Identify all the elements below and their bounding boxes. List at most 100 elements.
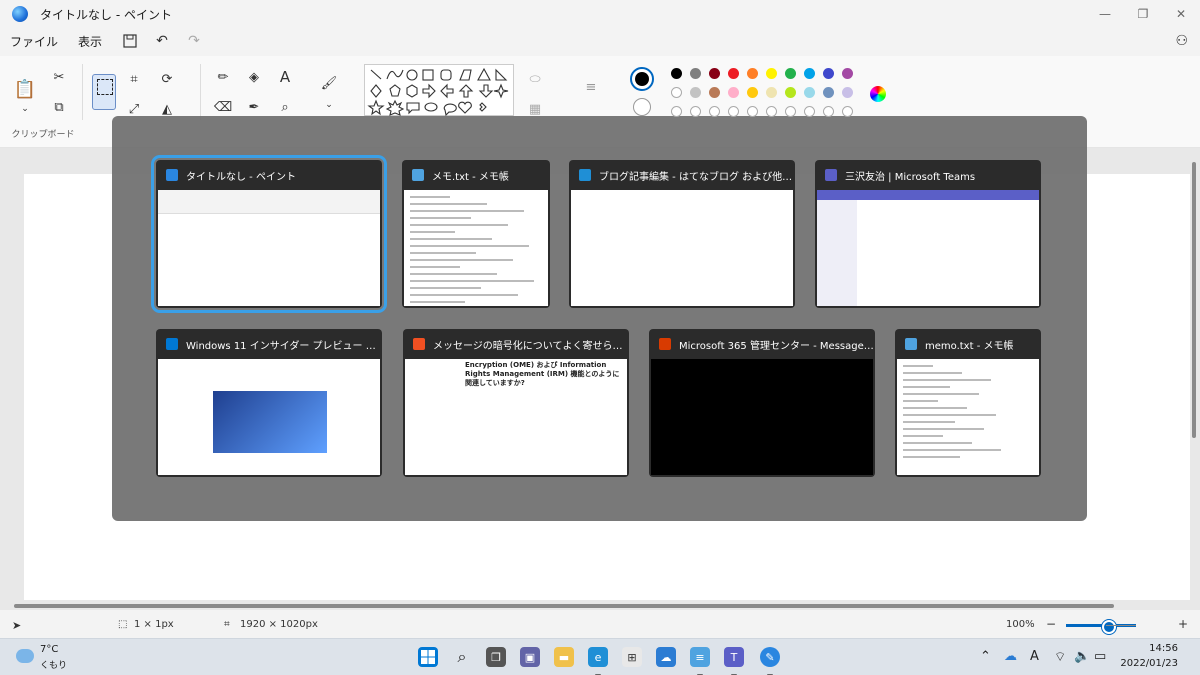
chevron-down-icon[interactable]: ⌄ bbox=[16, 100, 34, 118]
color-2-selector[interactable] bbox=[633, 98, 651, 116]
eraser-icon[interactable]: ⌫ bbox=[214, 98, 232, 116]
menu-view[interactable]: 表示 bbox=[78, 33, 102, 50]
color-swatch-r2-9[interactable] bbox=[842, 87, 853, 98]
weather-condition[interactable]: くもり bbox=[40, 658, 67, 671]
brush-icon[interactable]: 🖌 bbox=[320, 74, 338, 92]
color-swatch-r1-9[interactable] bbox=[842, 68, 853, 79]
app-icon bbox=[166, 169, 178, 181]
switcher-window-5[interactable]: メッセージの暗号化についてよく寄せられる質... Encryption (OME)… bbox=[403, 329, 629, 477]
paste-icon[interactable]: 📋 bbox=[14, 79, 36, 100]
search-icon[interactable]: ⌕ bbox=[452, 647, 472, 667]
color-swatch-r1-5[interactable] bbox=[766, 68, 777, 79]
color-swatch-r2-1[interactable] bbox=[690, 87, 701, 98]
color-swatch-r3-0[interactable] bbox=[671, 106, 682, 117]
edge-icon[interactable]: e bbox=[588, 647, 608, 675]
weather-cloud-icon[interactable] bbox=[16, 649, 34, 663]
color-swatch-r3-4[interactable] bbox=[747, 106, 758, 117]
switcher-window-1[interactable]: メモ.txt - メモ帳 bbox=[402, 160, 550, 308]
edit-colors-icon[interactable] bbox=[870, 86, 886, 102]
brush-dropdown-icon[interactable]: ⌄ bbox=[320, 96, 338, 114]
pencil-icon[interactable]: ✏ bbox=[214, 68, 232, 86]
polygon-shape-icon bbox=[459, 69, 472, 81]
battery-icon[interactable]: ▭ bbox=[1094, 649, 1106, 664]
color-swatch-r2-4[interactable] bbox=[747, 87, 758, 98]
color-swatch-r3-7[interactable] bbox=[804, 106, 815, 117]
color-1-selector[interactable] bbox=[630, 67, 654, 91]
notepad-icon[interactable]: ≡ bbox=[690, 647, 710, 675]
onedrive-tray-icon[interactable]: ☁ bbox=[1004, 649, 1017, 664]
color-swatch-r1-8[interactable] bbox=[823, 68, 834, 79]
stroke-size-icon[interactable]: ≡ bbox=[582, 78, 600, 96]
horizontal-scrollbar[interactable] bbox=[14, 604, 1114, 608]
color-swatch-r1-3[interactable] bbox=[728, 68, 739, 79]
chevron-up-icon[interactable]: ⌃ bbox=[980, 649, 991, 664]
crop-icon[interactable]: ⌗ bbox=[125, 70, 143, 88]
select-tool-button[interactable] bbox=[92, 74, 116, 110]
switcher-window-0[interactable]: タイトルなし - ペイント bbox=[151, 155, 387, 313]
start-icon[interactable] bbox=[418, 647, 438, 667]
volume-mute-icon[interactable]: 🔈 bbox=[1074, 649, 1090, 664]
color-swatch-r1-1[interactable] bbox=[690, 68, 701, 79]
save-icon[interactable] bbox=[122, 33, 138, 49]
color-swatch-r1-2[interactable] bbox=[709, 68, 720, 79]
color-swatch-r3-1[interactable] bbox=[690, 106, 701, 117]
color-swatch-r2-2[interactable] bbox=[709, 87, 720, 98]
ime-indicator[interactable]: A bbox=[1030, 649, 1039, 664]
minimize-button[interactable]: — bbox=[1086, 0, 1124, 28]
text-icon[interactable]: A bbox=[276, 68, 294, 86]
magnifier-icon[interactable]: ⌕ bbox=[276, 98, 294, 116]
color-swatch-r1-7[interactable] bbox=[804, 68, 815, 79]
color-swatch-r2-7[interactable] bbox=[804, 87, 815, 98]
paint-taskbar-icon[interactable]: ✎ bbox=[760, 647, 780, 675]
fill-icon[interactable]: ◈ bbox=[245, 68, 263, 86]
color-swatch-r2-6[interactable] bbox=[785, 87, 796, 98]
switcher-window-4[interactable]: Windows 11 インサイダー プレビュー ビルド 2... bbox=[156, 329, 382, 477]
color-swatch-r1-4[interactable] bbox=[747, 68, 758, 79]
switcher-window-3[interactable]: 三沢友治 | Microsoft Teams bbox=[815, 160, 1041, 308]
outline-icon[interactable]: ⬭ bbox=[526, 70, 544, 88]
color-swatch-r3-6[interactable] bbox=[785, 106, 796, 117]
wifi-icon[interactable]: ⌔ bbox=[1054, 649, 1066, 665]
rotate-icon[interactable]: ⟳ bbox=[158, 70, 176, 88]
color-picker-icon[interactable]: ✒ bbox=[245, 98, 263, 116]
clock-time[interactable]: 14:56 bbox=[1149, 643, 1178, 654]
copy-icon[interactable]: ⧉ bbox=[50, 98, 68, 116]
clipboard-label: クリップボード bbox=[11, 130, 75, 140]
color-swatch-r3-5[interactable] bbox=[766, 106, 777, 117]
zoom-out-button[interactable]: − bbox=[1046, 617, 1056, 631]
onedrive-icon[interactable]: ☁ bbox=[656, 647, 676, 667]
cut-icon[interactable]: ✂ bbox=[50, 68, 68, 86]
redo-icon[interactable]: ↷ bbox=[186, 33, 202, 49]
file-explorer-icon[interactable]: ▬ bbox=[554, 647, 574, 667]
switcher-window-2[interactable]: ブログ記事編集 - はてなブログ および他 4... bbox=[569, 160, 795, 308]
menu-file[interactable]: ファイル bbox=[10, 33, 58, 50]
task-view-icon[interactable]: ❐ bbox=[486, 647, 506, 667]
zoom-in-button[interactable]: + bbox=[1178, 617, 1188, 631]
color-swatch-r1-0[interactable] bbox=[671, 68, 682, 79]
vertical-scrollbar[interactable] bbox=[1192, 162, 1196, 438]
color-swatch-r2-0[interactable] bbox=[671, 87, 682, 98]
switcher-window-7[interactable]: memo.txt - メモ帳 bbox=[895, 329, 1041, 477]
close-button[interactable]: ✕ bbox=[1162, 0, 1200, 28]
oval-callout-shape-icon bbox=[424, 102, 438, 112]
share-icon[interactable]: ⚇ bbox=[1175, 33, 1188, 49]
color-swatch-r3-8[interactable] bbox=[823, 106, 834, 117]
chat-icon[interactable]: ▣ bbox=[520, 647, 540, 667]
color-swatch-r2-8[interactable] bbox=[823, 87, 834, 98]
weather-temperature[interactable]: 7°C bbox=[40, 644, 58, 655]
maximize-button[interactable]: ❐ bbox=[1124, 0, 1162, 28]
color-swatch-r2-5[interactable] bbox=[766, 87, 777, 98]
store-icon[interactable]: ⊞ bbox=[622, 647, 642, 667]
color-swatch-r2-3[interactable] bbox=[728, 87, 739, 98]
color-swatch-r3-9[interactable] bbox=[842, 106, 853, 117]
clock-date[interactable]: 2022/01/23 bbox=[1120, 658, 1178, 669]
switcher-window-header: ブログ記事編集 - はてなブログ および他 4... bbox=[569, 160, 795, 190]
switcher-window-title: Windows 11 インサイダー プレビュー ビルド 2... bbox=[186, 340, 382, 352]
undo-icon[interactable]: ↶ bbox=[154, 33, 170, 49]
color-swatch-r3-2[interactable] bbox=[709, 106, 720, 117]
teams-icon[interactable]: T bbox=[724, 647, 744, 675]
switcher-window-header: メッセージの暗号化についてよく寄せられる質... bbox=[403, 329, 629, 359]
switcher-window-6[interactable]: Microsoft 365 管理センター - Message c... bbox=[649, 329, 875, 477]
color-swatch-r1-6[interactable] bbox=[785, 68, 796, 79]
color-swatch-r3-3[interactable] bbox=[728, 106, 739, 117]
